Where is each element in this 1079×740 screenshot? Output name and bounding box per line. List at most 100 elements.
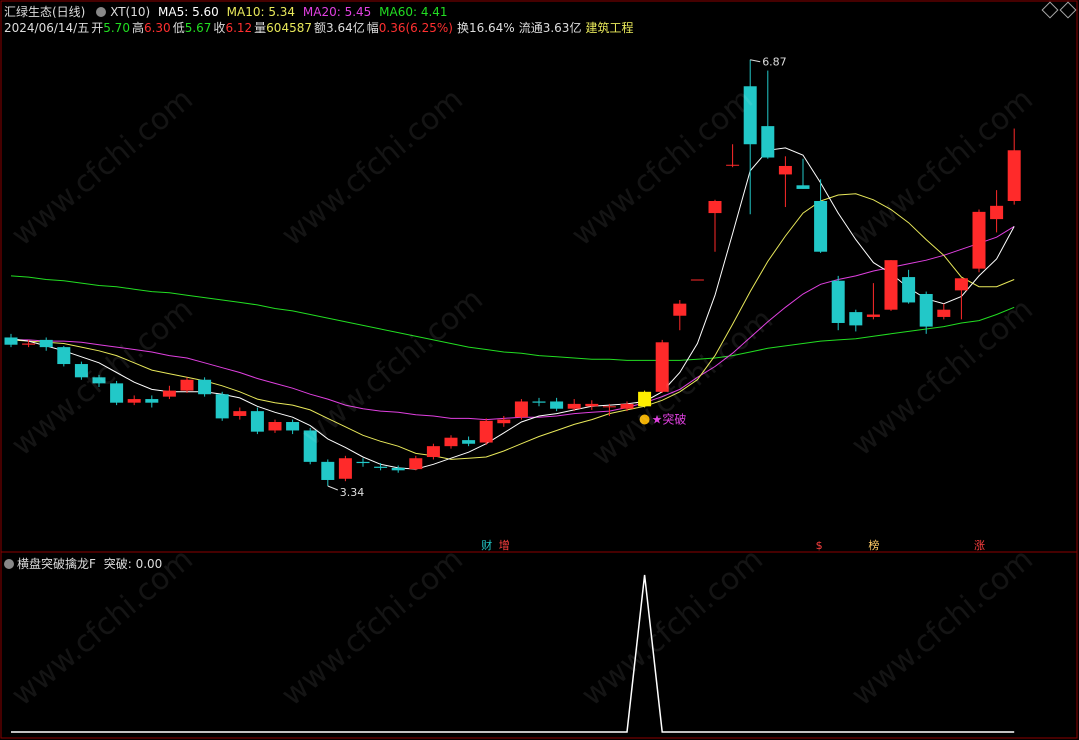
- candle-body: [462, 440, 476, 444]
- xt-indicator-line: [11, 574, 1015, 733]
- high-price-label: 6.87: [762, 56, 787, 69]
- candle-body: [180, 379, 194, 391]
- candle-body: [321, 461, 335, 480]
- candle-body: [638, 391, 652, 407]
- candle-body: [233, 411, 247, 416]
- candle-body: [110, 383, 124, 403]
- ma20-label: MA20: 5.45: [302, 5, 372, 19]
- candle-body: [409, 458, 423, 470]
- header-row-2: 2024/06/14/五 开5.70 高6.30 低5.67 收6.12 量604587 额…: [4, 19, 637, 36]
- candle-body: [761, 126, 775, 158]
- indicator-pane-frame: [0, 551, 1078, 739]
- candle-body: [286, 422, 300, 431]
- close-label: 收: [213, 21, 226, 35]
- dropdown-circle-icon[interactable]: [96, 7, 107, 17]
- main-pane-frame: [0, 0, 1078, 553]
- moving-average-lines: [10, 147, 1015, 470]
- candle-body: [743, 86, 757, 145]
- candle-body: [567, 403, 581, 409]
- bottom-marker: 涨: [974, 539, 985, 552]
- ma60-label: MA60: 4.41: [379, 5, 448, 19]
- high-pointer: [750, 59, 761, 63]
- candle-body: [796, 185, 810, 189]
- volume-value: 604587: [266, 21, 312, 35]
- candle-body: [198, 379, 212, 395]
- open-value: 5.70: [103, 21, 130, 35]
- indicator-pane-name: 横盘突破擒龙F: [17, 557, 96, 571]
- candle-body: [954, 278, 968, 291]
- dropdown-circle-icon[interactable]: [4, 559, 14, 569]
- candle-body: [92, 377, 106, 384]
- candle-body: [127, 399, 141, 403]
- candle-body: [655, 342, 669, 392]
- candle-body: [215, 394, 229, 419]
- high-label: 高: [131, 21, 144, 35]
- low-price-label: 3.34: [340, 486, 365, 499]
- candle-body: [708, 201, 722, 214]
- candle-body: [4, 337, 18, 345]
- candle-body: [57, 347, 71, 365]
- ma60-line: [10, 275, 1015, 361]
- candle-body: [444, 437, 458, 447]
- candle-body: [22, 343, 36, 345]
- candle-body: [585, 403, 599, 407]
- candle-body: [690, 279, 704, 281]
- change-value: 0.36(6.25%): [378, 21, 453, 35]
- candle-body: [972, 211, 986, 269]
- header-row-1: 汇绿生态(日线) XT(10) MA5: 5.60 MA10: 5.34 MA2…: [4, 3, 452, 20]
- change-label: 幅: [366, 21, 379, 35]
- candle-body: [356, 461, 370, 464]
- candle-body: [145, 399, 159, 403]
- candle-body: [1007, 150, 1021, 201]
- stock-chart: 6.87 3.34 ★突破财增 $ 榜 涨: [0, 0, 1078, 739]
- open-label: 开: [91, 21, 104, 35]
- candle-body: [374, 466, 388, 468]
- candle-body: [479, 420, 493, 443]
- candle-body: [673, 303, 687, 316]
- candle-body: [532, 401, 546, 403]
- breakout-coin-icon: [639, 414, 650, 425]
- candle-body: [778, 165, 792, 175]
- date-label: 2024/06/14/五: [4, 21, 90, 35]
- candle-body: [919, 293, 933, 327]
- indicator-pane-value: 突破: 0.00: [103, 557, 163, 571]
- ma5-label: MA5: 5.60: [158, 5, 219, 19]
- candle-body: [74, 364, 88, 378]
- candle-body: [884, 260, 898, 310]
- candle-body: [391, 467, 405, 471]
- volume-label: 量: [254, 21, 267, 35]
- indicator-header: 横盘突破擒龙F 突破: 0.00: [4, 555, 162, 572]
- candle-body: [831, 280, 845, 323]
- candle-body: [990, 205, 1004, 220]
- ma10-label: MA10: 5.34: [226, 5, 296, 19]
- bottom-marker: 榜: [868, 538, 879, 552]
- candle-body: [849, 312, 863, 326]
- close-value: 6.12: [225, 21, 253, 35]
- candle-body: [338, 458, 352, 479]
- candle-body: [514, 401, 528, 418]
- bottom-marker: $: [816, 539, 823, 552]
- ma10-line: [10, 193, 1015, 460]
- candle-body: [814, 201, 828, 252]
- float-value: 流通3.63亿: [518, 21, 582, 35]
- candle-body: [866, 314, 880, 317]
- turnover-value: 换16.64%: [456, 21, 515, 35]
- breakout-label: ★突破: [652, 412, 687, 427]
- candle-body: [602, 406, 616, 408]
- candle-body: [497, 419, 511, 424]
- candle-body: [726, 164, 740, 166]
- candle-body: [250, 411, 264, 432]
- candle-body: [268, 422, 282, 431]
- candle-body: [39, 339, 53, 348]
- low-value: 5.67: [184, 21, 212, 35]
- main-pane-border: [0, 0, 1078, 739]
- candle-body: [162, 390, 176, 397]
- candle-body: [303, 430, 317, 462]
- candle-body: [937, 309, 951, 317]
- candle-body: [902, 277, 916, 303]
- indicator-name: XT(10): [110, 5, 151, 19]
- stock-name: 汇绿生态(日线): [4, 5, 86, 19]
- candle-body: [620, 403, 634, 409]
- bottom-marker: 增: [499, 538, 510, 552]
- low-label: 低: [172, 21, 185, 35]
